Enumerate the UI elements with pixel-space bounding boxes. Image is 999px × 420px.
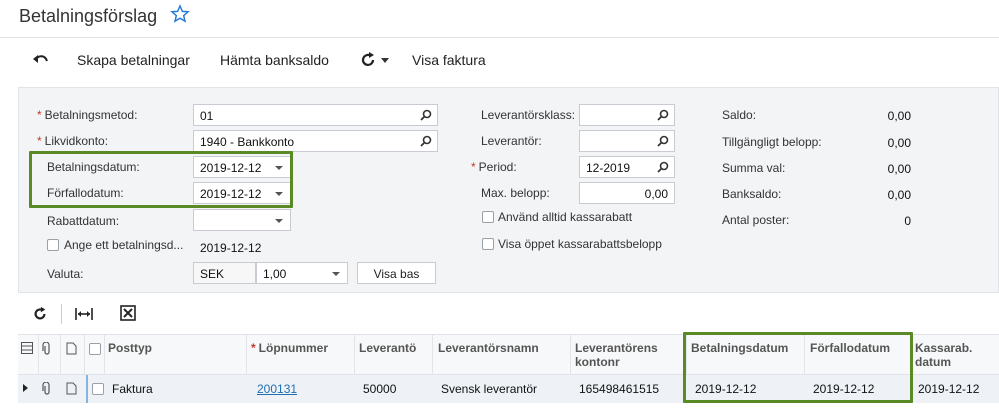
saldo-label: Saldo: — [722, 108, 757, 122]
note-icon[interactable] — [66, 382, 77, 395]
toolbar: Skapa betalningar Hämta banksaldo Visa f… — [0, 38, 999, 84]
betalningsmetod-field[interactable]: 01 — [193, 104, 438, 126]
banksaldo-value: 0,00 — [887, 188, 911, 202]
max-belopp-label: Max. belopp: — [481, 186, 550, 200]
col-kassarab-datum[interactable]: Kassarab. datum — [915, 341, 972, 369]
antal-poster-label: Antal poster: — [722, 213, 790, 227]
cell-leverantorsnamn: Svensk leverantör — [441, 382, 538, 396]
valuta-currency: SEK — [193, 262, 256, 284]
cell-forfallodatum: 2019-12-12 — [813, 382, 875, 396]
chevron-down-icon[interactable] — [275, 166, 283, 170]
summa-val-value: 0,00 — [887, 162, 911, 176]
tillgangligt-belopp-value: 0,00 — [887, 136, 911, 150]
refresh-icon[interactable] — [32, 306, 48, 322]
banksaldo-label: Banksaldo: — [722, 187, 782, 201]
attachment-icon — [42, 342, 50, 355]
cell-kontonr: 165498461515 — [579, 382, 660, 396]
tillgangligt-belopp-label: Tillgängligt belopp: — [722, 135, 822, 149]
attachment-icon[interactable] — [42, 382, 52, 395]
leverantor-label: Leverantör: — [481, 134, 542, 148]
table-row[interactable]: Faktura 200131 50000 Svensk leverantör 1… — [18, 375, 999, 403]
rabattdatum-label: Rabattdatum: — [47, 214, 120, 228]
cell-lopnummer-link[interactable]: 200131 — [257, 382, 297, 396]
betalningsmetod-label: * Betalningsmetod: — [37, 108, 138, 122]
max-belopp-field[interactable]: 0,00 — [579, 182, 675, 204]
betalningsdatum-label: Betalningsdatum: — [47, 160, 140, 174]
forfallodatum-field[interactable]: 2019-12-12 — [193, 182, 291, 204]
cell-posttyp: Faktura — [112, 382, 153, 396]
chevron-down-icon[interactable] — [275, 219, 283, 223]
hamta-banksaldo-button[interactable]: Hämta banksaldo — [220, 52, 329, 68]
period-field[interactable]: 12-2019 — [579, 156, 675, 178]
form-panel: * Betalningsmetod: 01 * Likvidkonto: 1940 … — [18, 87, 999, 293]
star-icon[interactable] — [170, 4, 190, 24]
summa-val-label: Summa val: — [722, 161, 786, 175]
divider — [61, 304, 62, 324]
col-leverantorsnamn[interactable]: Leverantörsnamn — [438, 341, 539, 355]
valuta-label: Valuta: — [47, 267, 84, 281]
col-lopnummer[interactable]: * Löpnummer — [251, 341, 328, 355]
search-icon[interactable] — [657, 161, 669, 173]
grid-header: Posttyp * Löpnummer Leverantö Leverantörs… — [18, 335, 999, 375]
undo-icon[interactable] — [32, 52, 50, 68]
note-icon — [66, 342, 77, 355]
likvidkonto-field[interactable]: 1940 - Bankkonto — [193, 130, 438, 152]
col-betalningsdatum[interactable]: Betalningsdatum — [691, 341, 788, 355]
chevron-down-icon[interactable] — [381, 58, 389, 63]
cell-kassarab-datum: 2019-12-12 — [918, 382, 980, 396]
leverantorsklass-field[interactable] — [579, 104, 675, 126]
leverantor-field[interactable] — [579, 130, 675, 152]
leverantorsklass-label: Leverantörsklass: — [481, 108, 576, 122]
row-selector-icon[interactable] — [23, 384, 28, 392]
antal-poster-value: 0 — [904, 214, 911, 228]
export-excel-icon[interactable] — [120, 305, 136, 321]
col-leverantor[interactable]: Leverantö — [359, 341, 416, 355]
ange-betalningsdatum-checkbox[interactable] — [47, 239, 59, 251]
ange-betalningsdatum-label: Ange ett betalningsd... — [64, 238, 184, 252]
search-icon[interactable] — [420, 135, 432, 147]
cell-betalningsdatum: 2019-12-12 — [695, 382, 757, 396]
period-label: * Period: — [471, 160, 517, 174]
ange-betalningsdatum-value: 2019-12-12 — [200, 241, 262, 255]
chevron-down-icon[interactable] — [332, 272, 340, 276]
cell-leverantor: 50000 — [363, 382, 397, 396]
search-icon[interactable] — [420, 109, 432, 121]
anvand-kassarabatt-checkbox[interactable] — [482, 211, 494, 223]
col-posttyp[interactable]: Posttyp — [108, 341, 152, 355]
forfallodatum-label: Förfallodatum: — [47, 186, 124, 200]
visa-oppet-label: Visa öppet kassarabattsbelopp — [498, 237, 662, 251]
grid-toolbar — [18, 298, 999, 330]
title-bar: Betalningsförslag — [0, 0, 999, 38]
search-icon[interactable] — [657, 135, 669, 147]
row-checkbox[interactable] — [92, 383, 104, 395]
refresh-icon[interactable] — [359, 51, 377, 69]
col-forfallodatum[interactable]: Förfallodatum — [810, 341, 890, 355]
betalningsdatum-field[interactable]: 2019-12-12 — [193, 156, 291, 178]
payments-grid: Posttyp * Löpnummer Leverantö Leverantörs… — [18, 334, 999, 420]
visa-oppet-checkbox[interactable] — [482, 238, 494, 250]
skapa-betalningar-button[interactable]: Skapa betalningar — [77, 52, 190, 68]
col-leverantorens-kontonr[interactable]: Leverantörens kontonr — [575, 341, 658, 369]
page-title: Betalningsförslag — [19, 6, 158, 26]
rabattdatum-field[interactable] — [193, 209, 291, 231]
visa-faktura-button[interactable]: Visa faktura — [412, 52, 486, 68]
select-all-checkbox[interactable] — [89, 343, 101, 355]
saldo-value: 0,00 — [887, 109, 911, 123]
row-menu-icon[interactable] — [21, 342, 33, 354]
valuta-rate-select[interactable]: 1,00 — [256, 262, 348, 284]
likvidkonto-label: * Likvidkonto: — [37, 134, 109, 148]
chevron-down-icon[interactable] — [275, 192, 283, 196]
row-focus-marker — [86, 375, 88, 403]
fit-columns-icon[interactable] — [75, 306, 93, 322]
search-icon[interactable] — [657, 109, 669, 121]
visa-bas-button[interactable]: Visa bas — [357, 262, 436, 284]
anvand-kassarabatt-label: Använd alltid kassarabatt — [498, 210, 633, 224]
